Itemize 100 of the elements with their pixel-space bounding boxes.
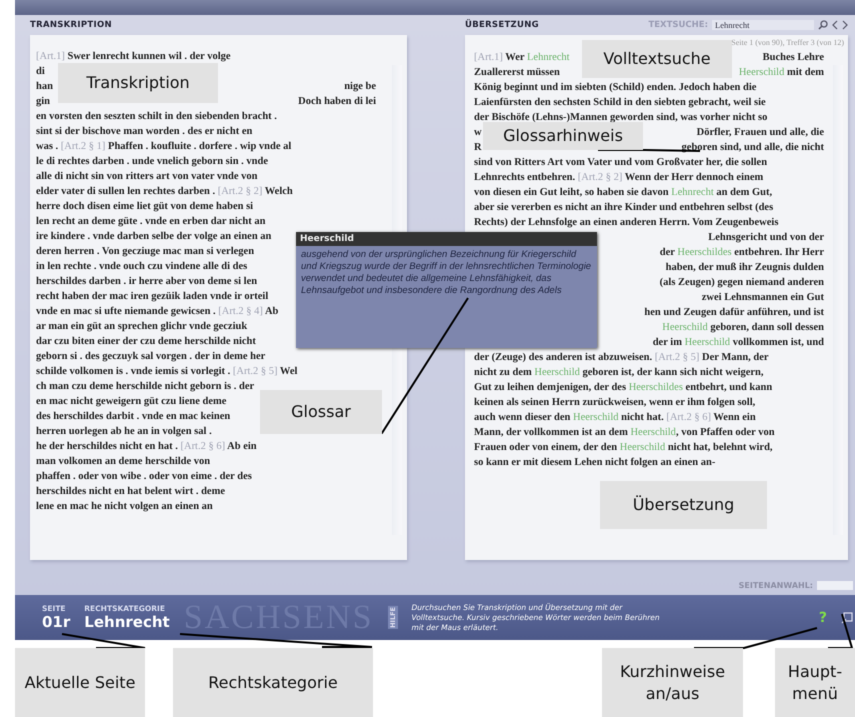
text-line: man volkomen an deme herschilde von (36, 455, 210, 469)
text-line: Dörfler, Frauen und alle, die (696, 126, 824, 140)
text-line: vnde en mac si ufte niemande gewicsen . [Art.2 § 4] Ab (36, 305, 278, 319)
text-line: ar man ein güt an sprechen glichr vnde gecziuk (36, 320, 248, 334)
text-line: he der herschildes nicht en hat . [Art.2 § 6] Ab ein (36, 440, 257, 454)
text-line: han (36, 80, 53, 94)
text-line: le di rechtes darben . unde vnelich geborn sin . vnde (36, 155, 268, 169)
text-line: zwei Lehnsmannen ein Gut (702, 291, 824, 305)
panel-title: TRANSKRIPTION (30, 20, 112, 30)
text-line: auch wenn dieser den Heerschild nicht hat. [Art.2 § 6] Wenn ein (474, 411, 756, 425)
text-line: phaffen . oder von wibe . oder von eime . der des (36, 470, 252, 484)
text-line: recht haben der mac iren gezüik laden vnde ir orteil (36, 290, 268, 304)
text-line: elder vater di sullen len rechtes darben . [Art.2 § 2] Welch (36, 185, 293, 199)
page-select-field[interactable] (817, 580, 853, 590)
text-line: Zuallererst müssen (474, 66, 560, 80)
text-line: Frauen oder von einem, der den Heerschild nicht hat, belehnt wird, (474, 441, 773, 455)
previous-icon[interactable] (832, 20, 838, 30)
text-line: geboren sind, und alle, die nicht (682, 141, 824, 155)
annotation-label: Glossarhinweis (483, 122, 643, 150)
text-line: hen und Zeugen dafür anführen, und ist (644, 306, 824, 320)
glossary-term[interactable]: Heerschild (684, 337, 730, 348)
glossary-term[interactable]: Heerschild (738, 67, 784, 78)
help-toggle[interactable]: ? (818, 610, 827, 626)
annotation-label: Kurzhinweise an/aus (602, 648, 743, 717)
text-line: herre doch disen eime liet güt von deme haben si (36, 200, 254, 214)
text-line: keinen als seinen Herrn zurückweisen, wenn er ihm folgen soll, (474, 396, 756, 410)
text-line: Buches Lehre (762, 51, 824, 65)
text-line: der im Heerschild vollkommen ist, und (652, 336, 824, 350)
text-line: deren herren . Von gecziuge mac man si verlegen (36, 245, 254, 259)
text-line: en vorsten den seszten schilt in den siebenden bracht . (36, 110, 277, 124)
annotation-label: Volltextsuche (582, 40, 732, 78)
text-line: ch man czu deme herschilde nicht geborn is . der (36, 380, 254, 394)
text-line: Heerschild mit dem (738, 66, 824, 80)
search-field[interactable]: Lehnrecht (712, 20, 814, 30)
glossary-term[interactable]: Heerschild (620, 442, 666, 453)
text-line: (als Zeugen) gegen niemand anderen (660, 276, 824, 290)
page-select-label: SEITENANWAHL: (738, 580, 813, 590)
text-line: Lehnsgericht und von der (708, 231, 824, 245)
text-line: [Art.1] Swer lenrecht kunnen wil . der volge (36, 50, 231, 64)
next-icon[interactable] (842, 20, 848, 30)
text-line: des herschildes darbit . vnde en mac keinen (36, 410, 230, 424)
text-line: der Bischöfe (Lehns-)Mannen geworden sind, was vorher nicht so (474, 111, 768, 125)
current-page: 01r (42, 613, 70, 631)
glossary-term[interactable]: Lehnrecht (527, 52, 570, 63)
text-line: R (474, 141, 482, 155)
text-line: Heerschild geboren, dann soll dessen (662, 321, 824, 335)
text-line: gin (36, 95, 50, 109)
menu-icon[interactable] (841, 612, 853, 624)
text-line: lene en mac he nicht volgen an einen an (36, 500, 213, 514)
glossary-term[interactable]: Heerschild (573, 412, 618, 423)
text-line: herschildes darben . ir herre aber von deme si len (36, 275, 258, 289)
annotation-label: Haupt-menü (775, 648, 855, 717)
text-line: herschildes nicht en hat belent wirt . deme (36, 485, 225, 499)
text-line: was . [Art.2 § 1] Phaffen . koufluite . dorfere . wip vnde al (36, 140, 292, 154)
text-line: der (Zeuge) des anderen ist abzuweisen. [Art.2 § 5] Der Mann, der (474, 351, 769, 365)
text-line: König beginnt und im siebten (Schild) enden. Jedoch haben die (474, 81, 756, 95)
search-icon[interactable] (818, 20, 828, 30)
glossary-term[interactable]: Heerschildes (677, 247, 732, 258)
text-line: dar czu biten einer der czu deme herschilde nicht (36, 335, 256, 349)
text-line: sint si der bischove man worden . des er nicht en (36, 125, 252, 139)
text-line: Mann, der vollkommen ist an dem Heerschild, von Pfaffen oder von (474, 426, 775, 440)
glossary-term[interactable]: Heerschild (662, 322, 708, 333)
annotation-label: Übersetzung (600, 481, 767, 529)
text-line: Lehnrechts entbehren. [Art.2 § 2] Wenn der Herr dennoch einem (474, 171, 764, 185)
text-line: von diesen ein Gut leiht, so haben sie davon Lehnrecht an dem Gut, (474, 186, 772, 200)
search-hit-count: Seite 1 (von 90), Treffer 3 (von 12) (731, 38, 844, 49)
text-line: sind von Ritters Art vom Vater und vom Großvater her, die sollen (474, 156, 768, 170)
panel-title: ÜBERSETZUNG (465, 20, 539, 30)
text-line: nige be (344, 80, 376, 94)
text-line: in len rechte . vnde ouch czu vindene alle di des (36, 260, 248, 274)
annotation-label: Rechtskategorie (173, 648, 373, 717)
text-line: Doch haben di lei (298, 95, 376, 109)
glossary-definition: ausgehend von der ursprünglichen Bezeichnung für Kriegerschild und Kriegszug wurde der Begriff in der lehnsrechtlichen Terminologie verwendet und bedeutet die allgemeine Lehnsfähigkeit, das Lehnsaufgebot und insbesondere die Rangordnung des Adels (300, 248, 592, 298)
annotation-label: Aktuelle Seite (15, 648, 145, 717)
text-line: di (36, 65, 45, 79)
glossary-term[interactable]: Heerschildes (628, 382, 683, 393)
glossary-term[interactable]: Lehnrecht (671, 187, 714, 198)
text-line: ire kindere . vnde darben selbe der volge an einen an (36, 230, 272, 244)
glossary-term[interactable]: Heerschild (534, 367, 580, 378)
leader-line (828, 614, 854, 649)
text-line: schilde volkomen is . vnde iemis si vorlegit . [Art.2 § 5] Wel (36, 365, 298, 379)
text-line: herren uorlegen ab he an in volgen sal . (36, 425, 212, 439)
text-line: so kann er mit diesem Lehen nicht folgen an einen an- (474, 456, 716, 470)
text-line: Laienfürsten den sechsten Schild in den siebten gebracht, weil sie (474, 96, 766, 110)
text-line: haben, der muß ihr Zeugnis dulden (666, 261, 824, 275)
legal-category: Lehnrecht (84, 613, 170, 631)
text-line: alle di nicht sin von ritters art von vater vnde von (36, 170, 258, 184)
annotation-label: Transkription (58, 63, 218, 103)
text-line: Rechts) der Lehnsfolge an einen anderen Herrn. Vom Zeugenbeweis (474, 216, 778, 230)
glossary-term[interactable]: Heerschild (630, 427, 676, 438)
text-line: [Art.1] Wer Lehnrecht (474, 51, 570, 65)
text-line: der Heerschildes entbehren. Ihr Herr (660, 246, 824, 260)
text-line: Gut zu leihen demjenigen, der des Heerschildes entbehrt, und kann (474, 381, 772, 395)
text-line: en mac nicht geweigern güt czu liene deme (36, 395, 226, 409)
popup-title: Heerschild (296, 232, 597, 246)
text-line: geborn si . des geczuyk sal vorgen . der in deme her (36, 350, 266, 364)
search-label: TEXTSUCHE: (648, 20, 708, 30)
text-line: len recht an deme güte . vnde en erben dar nicht an (36, 215, 266, 229)
text-line: nicht zu dem Heerschild geboren ist, der kann sich nicht weigern, (474, 366, 764, 380)
text-line: w (474, 126, 482, 140)
